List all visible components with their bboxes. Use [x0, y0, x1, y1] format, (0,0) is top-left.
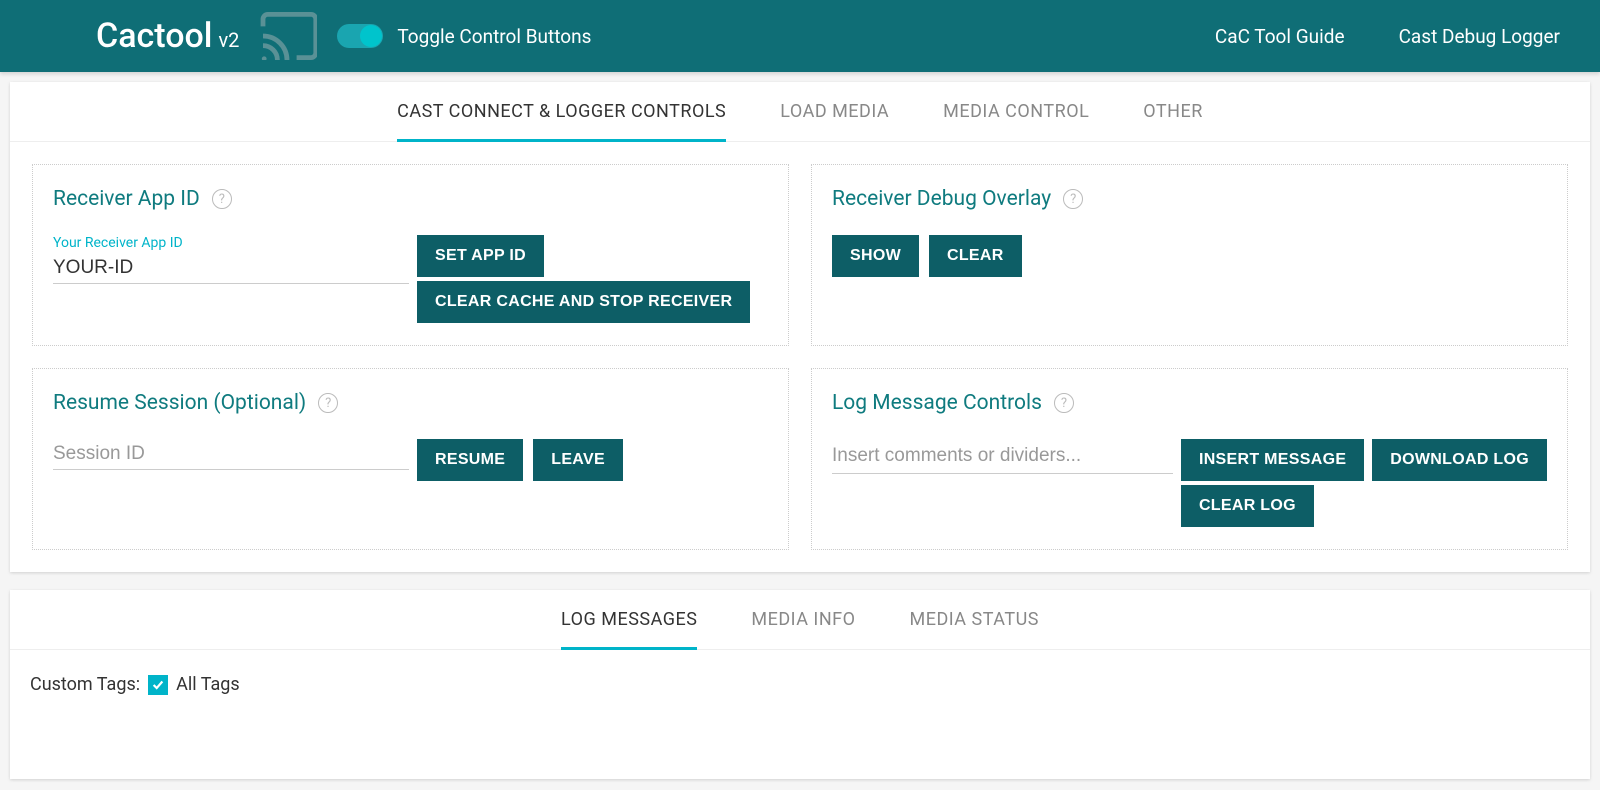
- log-message-controls-card: Log Message Controls ? INSERT MESSAGE CL…: [811, 368, 1568, 550]
- card-body: Your Receiver App ID SET APP ID CLEAR CA…: [53, 235, 768, 323]
- custom-tags-label: Custom Tags:: [30, 674, 140, 695]
- button-row: RESUME LEAVE: [417, 439, 623, 481]
- help-icon[interactable]: ?: [1063, 189, 1083, 209]
- card-title: Log Message Controls: [832, 391, 1042, 415]
- button-stack-right: DOWNLOAD LOG: [1372, 439, 1547, 481]
- logo-version: v2: [218, 28, 239, 52]
- clear-log-button[interactable]: CLEAR LOG: [1181, 485, 1314, 527]
- toggle-control-buttons-switch[interactable]: [337, 24, 383, 48]
- all-tags-checkbox[interactable]: [148, 675, 168, 695]
- header-links: CaC Tool Guide Cast Debug Logger: [1215, 25, 1560, 48]
- toggle-label: Toggle Control Buttons: [397, 25, 591, 48]
- log-message-input[interactable]: [832, 439, 1173, 474]
- leave-button[interactable]: LEAVE: [533, 439, 623, 481]
- tab-log-messages[interactable]: LOG MESSAGES: [561, 590, 697, 650]
- tab-media-control[interactable]: MEDIA CONTROL: [943, 82, 1089, 142]
- tab-other[interactable]: OTHER: [1143, 82, 1203, 142]
- custom-tags-row: Custom Tags: All Tags: [10, 650, 1590, 719]
- card-title-row: Log Message Controls ?: [832, 391, 1547, 415]
- card-title: Receiver Debug Overlay: [832, 187, 1051, 211]
- insert-message-button[interactable]: INSERT MESSAGE: [1181, 439, 1364, 481]
- card-title-row: Receiver Debug Overlay ?: [832, 187, 1547, 211]
- tab-media-info[interactable]: MEDIA INFO: [751, 590, 855, 650]
- receiver-app-id-input[interactable]: [53, 253, 409, 284]
- session-id-input[interactable]: [53, 439, 409, 470]
- cards-grid: Receiver App ID ? Your Receiver App ID S…: [10, 142, 1590, 572]
- card-body: INSERT MESSAGE CLEAR LOG DOWNLOAD LOG: [832, 439, 1547, 527]
- card-title-row: Receiver App ID ?: [53, 187, 768, 211]
- card-title-row: Resume Session (Optional) ?: [53, 391, 768, 415]
- help-icon[interactable]: ?: [1054, 393, 1074, 413]
- all-tags-label: All Tags: [176, 674, 240, 695]
- set-app-id-button[interactable]: SET APP ID: [417, 235, 544, 277]
- receiver-debug-overlay-card: Receiver Debug Overlay ? SHOW CLEAR: [811, 164, 1568, 346]
- receiver-app-id-field: Your Receiver App ID: [53, 235, 409, 284]
- button-column: SET APP ID CLEAR CACHE AND STOP RECEIVER: [417, 235, 750, 323]
- toggle-knob: [360, 25, 382, 47]
- app-header: Cactool v2 Toggle Control Buttons CaC To…: [0, 0, 1600, 72]
- controls-panel: CAST CONNECT & LOGGER CONTROLS LOAD MEDI…: [10, 82, 1590, 572]
- tab-cast-connect[interactable]: CAST CONNECT & LOGGER CONTROLS: [397, 82, 726, 142]
- resume-session-card: Resume Session (Optional) ? RESUME LEAVE: [32, 368, 789, 550]
- clear-cache-button[interactable]: CLEAR CACHE AND STOP RECEIVER: [417, 281, 750, 323]
- cac-tool-guide-link[interactable]: CaC Tool Guide: [1215, 25, 1345, 48]
- tab-media-status[interactable]: MEDIA STATUS: [910, 590, 1039, 650]
- cast-icon[interactable]: [257, 12, 317, 60]
- download-log-button[interactable]: DOWNLOAD LOG: [1372, 439, 1547, 481]
- log-panel: LOG MESSAGES MEDIA INFO MEDIA STATUS Cus…: [10, 590, 1590, 779]
- card-body: RESUME LEAVE: [53, 439, 768, 481]
- toggle-control-buttons: Toggle Control Buttons: [337, 24, 591, 48]
- app-logo: Cactool v2: [96, 16, 239, 56]
- resume-button[interactable]: RESUME: [417, 439, 523, 481]
- card-title: Resume Session (Optional): [53, 391, 306, 415]
- show-button[interactable]: SHOW: [832, 235, 919, 277]
- logo-text: Cactool: [96, 16, 212, 56]
- help-icon[interactable]: ?: [318, 393, 338, 413]
- button-row: SHOW CLEAR: [832, 235, 1547, 277]
- log-message-field: [832, 439, 1173, 474]
- help-icon[interactable]: ?: [212, 189, 232, 209]
- tab-load-media[interactable]: LOAD MEDIA: [780, 82, 889, 142]
- clear-overlay-button[interactable]: CLEAR: [929, 235, 1022, 277]
- main-tabs: CAST CONNECT & LOGGER CONTROLS LOAD MEDI…: [10, 82, 1590, 142]
- field-label: Your Receiver App ID: [53, 235, 409, 251]
- cast-debug-logger-link[interactable]: Cast Debug Logger: [1399, 25, 1560, 48]
- card-title: Receiver App ID: [53, 187, 200, 211]
- button-stack-left: INSERT MESSAGE CLEAR LOG: [1181, 439, 1364, 527]
- bottom-tabs: LOG MESSAGES MEDIA INFO MEDIA STATUS: [10, 590, 1590, 650]
- session-id-field: [53, 439, 409, 470]
- receiver-app-id-card: Receiver App ID ? Your Receiver App ID S…: [32, 164, 789, 346]
